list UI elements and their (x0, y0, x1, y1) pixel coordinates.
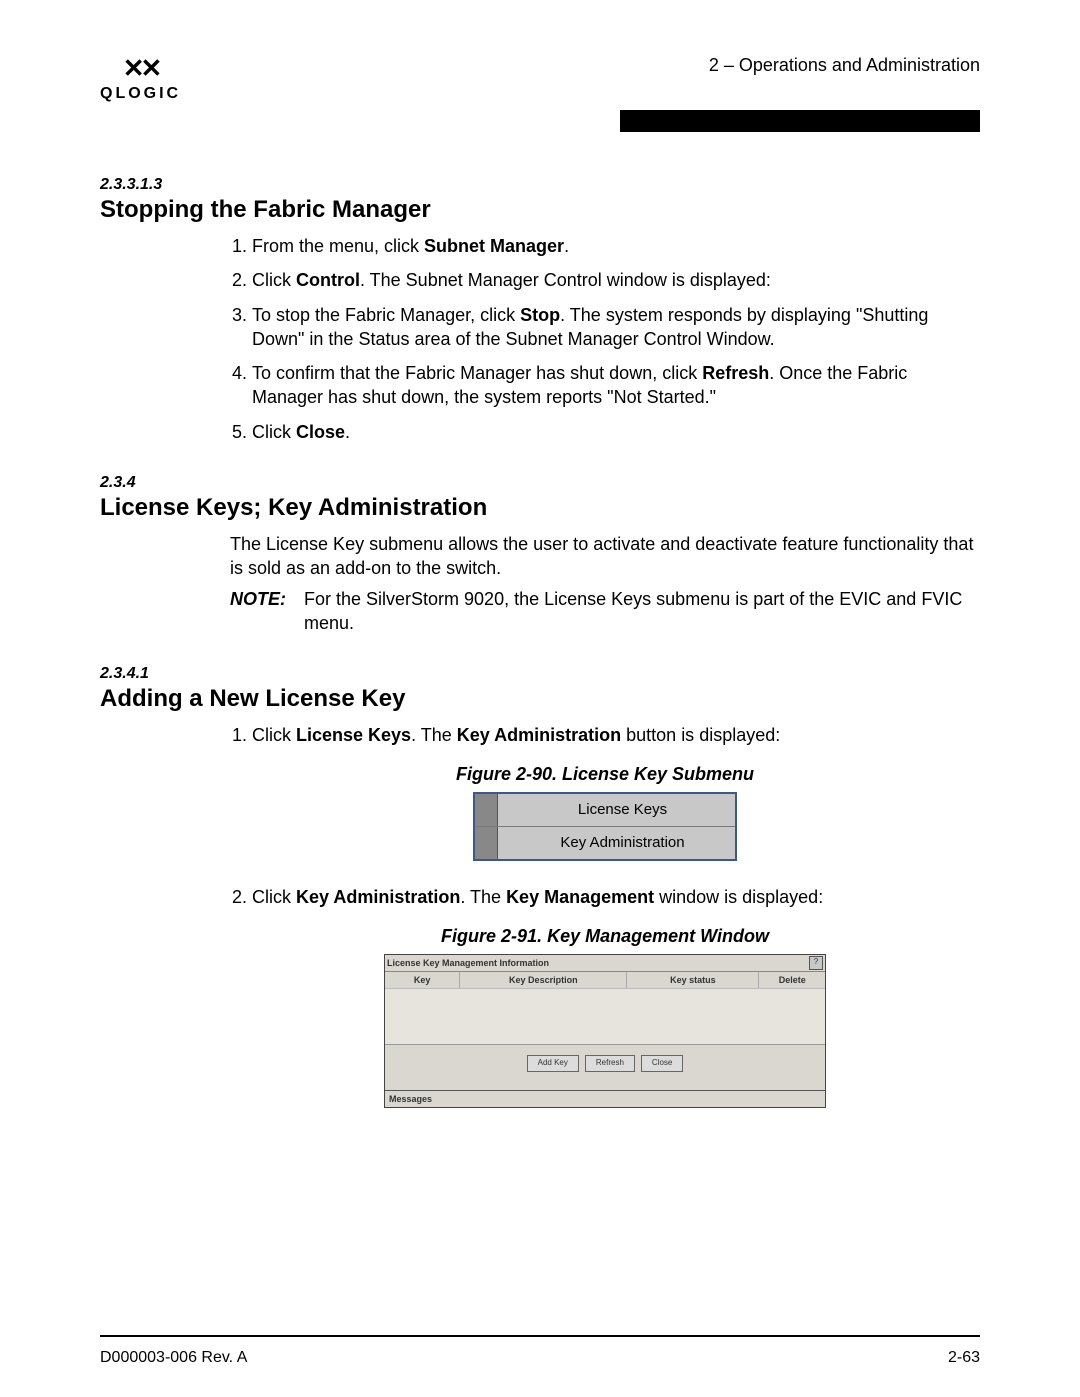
note-text: For the SilverStorm 9020, the License Ke… (304, 587, 980, 636)
add-key-button[interactable]: Add Key (527, 1055, 579, 1072)
messages-label: Messages (385, 1090, 825, 1107)
submenu-label: License Keys (510, 794, 735, 826)
km-table-body (385, 988, 825, 1045)
header-divider-bar (620, 110, 980, 132)
step-item: Click License Keys. The Key Administrati… (252, 723, 980, 747)
submenu-label: Key Administration (510, 827, 735, 859)
section-number: 2.3.4 (100, 474, 980, 492)
section2-intro: The License Key submenu allows the user … (230, 532, 980, 581)
submenu-item-key-administration[interactable]: Key Administration (475, 827, 735, 859)
step-item: Click Control. The Subnet Manager Contro… (252, 268, 980, 292)
col-desc: Key Description (460, 972, 627, 988)
km-titlebar: License Key Management Information ? (385, 955, 825, 972)
logo-icon: ✕✕ (100, 55, 181, 81)
section3-steps: Click License Keys. The Key Administrati… (230, 723, 980, 747)
section1-steps: From the menu, click Subnet Manager. Cli… (230, 234, 980, 444)
section2-body: The License Key submenu allows the user … (230, 532, 980, 635)
footer-right: 2-63 (948, 1349, 980, 1367)
step-item: Click Close. (252, 420, 980, 444)
section1-body: From the menu, click Subnet Manager. Cli… (230, 234, 980, 444)
brand-logo: ✕✕ QLOGIC (100, 55, 181, 102)
logo-text: QLOGIC (100, 85, 181, 102)
note-label: NOTE: (230, 587, 286, 636)
km-window-title: License Key Management Information (387, 956, 809, 970)
step-item: To confirm that the Fabric Manager has s… (252, 361, 980, 410)
page-footer: D000003-006 Rev. A 2-63 (100, 1349, 980, 1367)
license-key-submenu: License Keys Key Administration (473, 792, 737, 862)
refresh-button[interactable]: Refresh (585, 1055, 635, 1072)
section-title: License Keys; Key Administration (100, 494, 980, 522)
footer-left: D000003-006 Rev. A (100, 1349, 247, 1367)
page-header: ✕✕ QLOGIC 2 – Operations and Administrat… (100, 55, 980, 102)
menu-bullet-icon (475, 794, 498, 826)
chapter-label: 2 – Operations and Administration (709, 55, 980, 76)
col-key: Key (385, 972, 460, 988)
collapse-button[interactable]: ? (809, 956, 823, 970)
footer-divider (100, 1335, 980, 1337)
km-table-header: Key Key Description Key status Delete (385, 972, 825, 988)
section3-body: Click License Keys. The Key Administrati… (230, 723, 980, 1108)
menu-bullet-icon (475, 827, 498, 859)
submenu-item-license-keys[interactable]: License Keys (475, 794, 735, 827)
section3-steps-cont: Click Key Administration. The Key Manage… (230, 885, 980, 909)
note-block: NOTE: For the SilverStorm 9020, the Lice… (230, 587, 980, 636)
document-page: ✕✕ QLOGIC 2 – Operations and Administrat… (0, 0, 1080, 1397)
step-item: From the menu, click Subnet Manager. (252, 234, 980, 258)
figure-caption: Figure 2-91. Key Management Window (230, 924, 980, 948)
step-item: To stop the Fabric Manager, click Stop. … (252, 303, 980, 352)
section-title: Stopping the Fabric Manager (100, 196, 980, 224)
col-delete: Delete (759, 972, 825, 988)
col-status: Key status (627, 972, 759, 988)
figure-caption: Figure 2-90. License Key Submenu (230, 762, 980, 786)
section-number: 2.3.4.1 (100, 665, 980, 683)
close-button[interactable]: Close (641, 1055, 683, 1072)
step-item: Click Key Administration. The Key Manage… (252, 885, 980, 909)
section-title: Adding a New License Key (100, 685, 980, 713)
key-management-window: License Key Management Information ? Key… (384, 954, 826, 1108)
km-button-row: Add Key Refresh Close (385, 1045, 825, 1090)
section-number: 2.3.3.1.3 (100, 176, 980, 194)
